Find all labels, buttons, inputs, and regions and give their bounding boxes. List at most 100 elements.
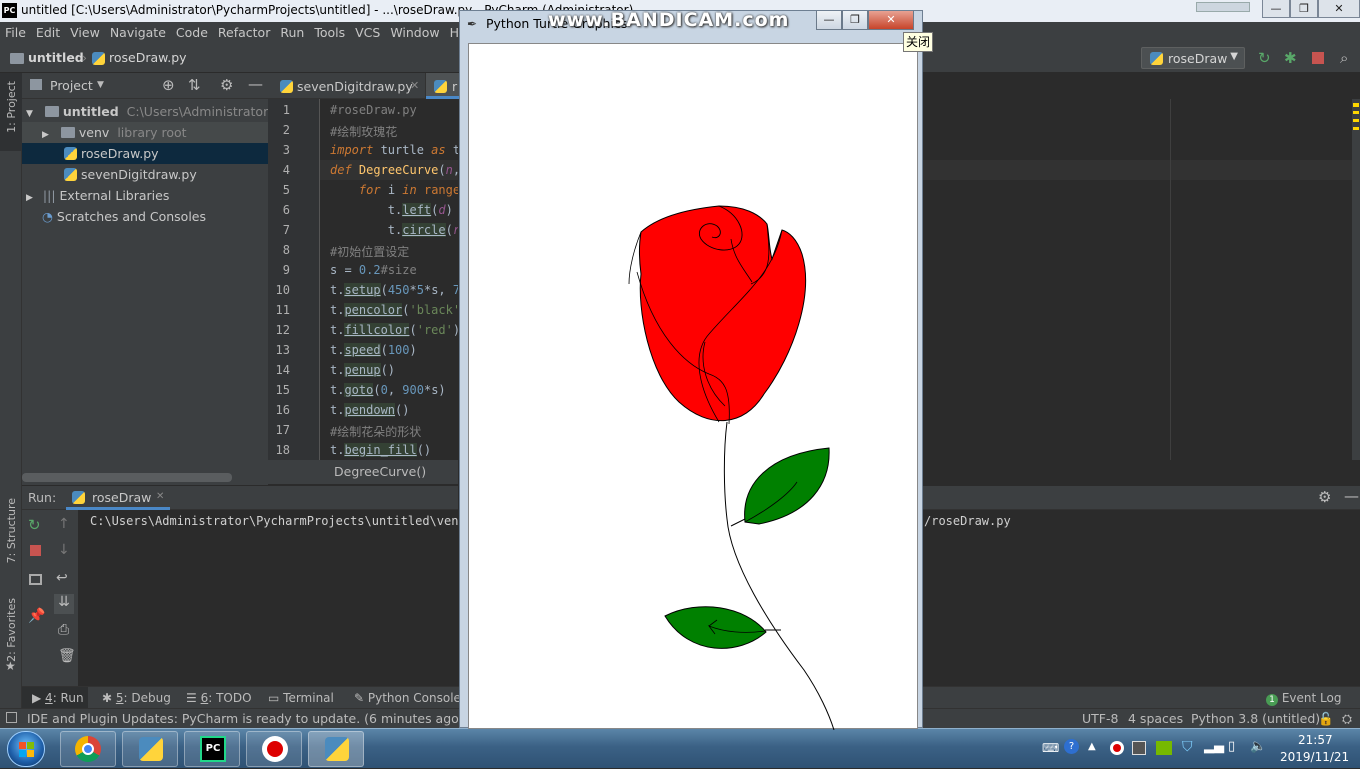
menu-edit[interactable]: Edit: [31, 22, 65, 40]
run-console[interactable]: C:\Users\Administrator\PycharmProjects\u…: [78, 510, 473, 686]
close-tab-icon[interactable]: ✕: [156, 491, 164, 502]
taskbar-python-idle[interactable]: [122, 731, 178, 767]
taskbar-turtle-window[interactable]: [308, 731, 364, 767]
menu-view[interactable]: View: [65, 22, 105, 40]
network-icon[interactable]: ▂▄: [1204, 739, 1224, 754]
close-tab-icon[interactable]: ✕: [410, 79, 419, 92]
turtle-maximize-button[interactable]: ❐: [842, 11, 868, 30]
pin-icon[interactable]: 📌: [28, 608, 45, 624]
rerun-icon[interactable]: ↻: [28, 516, 41, 534]
stripe-project-label[interactable]: 1: Project: [5, 81, 18, 133]
battery-icon[interactable]: ▯: [1228, 739, 1235, 754]
hide-panel-icon[interactable]: —: [1344, 487, 1359, 505]
shield-icon[interactable]: ⛉: [1182, 739, 1193, 755]
gear-icon[interactable]: ⚙: [220, 76, 233, 94]
tree-item-sevendigitdraw[interactable]: sevenDigitdraw.py: [22, 164, 268, 185]
turtle-graphics-window[interactable]: ✒ Python Turtle Graphics www.BANDICAM.co…: [459, 9, 923, 731]
debug-bug-icon[interactable]: ✱: [1284, 49, 1297, 67]
maximize-button[interactable]: ❐: [1290, 0, 1318, 18]
help-icon[interactable]: ?: [1064, 739, 1079, 754]
status-message[interactable]: IDE and Plugin Updates: PyCharm is ready…: [27, 711, 464, 726]
menu-window[interactable]: Window: [385, 22, 444, 40]
hide-panel-icon[interactable]: —: [248, 75, 263, 93]
error-stripe[interactable]: [1352, 99, 1360, 460]
tool-tab-todo[interactable]: ☰ 6: TODO: [186, 691, 252, 705]
collapse-all-icon[interactable]: ⇅: [188, 76, 201, 94]
breadcrumb-project[interactable]: untitled: [28, 50, 84, 65]
start-button[interactable]: [7, 731, 45, 767]
stop-icon[interactable]: [30, 545, 41, 556]
taskbar-bandicam[interactable]: [246, 731, 302, 767]
code-line-6: t.left(d): [330, 203, 453, 217]
print-icon[interactable]: ⎙: [58, 622, 69, 638]
collapsed-arrow-icon[interactable]: ▶: [26, 193, 33, 203]
stripe-favorites-label[interactable]: 2: Favorites: [5, 598, 18, 662]
turtle-canvas[interactable]: [468, 43, 918, 731]
menu-file[interactable]: File: [0, 22, 31, 40]
tree-item-untitled[interactable]: ▼ untitled C:\Users\Administrator\Pyc: [22, 101, 294, 122]
tool-tab-python-console[interactable]: ✎ Python Console: [354, 691, 461, 705]
tray-arrows-icon[interactable]: ▲: [1088, 741, 1096, 752]
search-everywhere-icon[interactable]: ⌕: [1340, 49, 1348, 67]
menu-vcs[interactable]: VCS: [350, 22, 385, 40]
code-editor-right[interactable]: [922, 99, 1360, 460]
trash-icon[interactable]: 🗑: [58, 648, 76, 664]
chevron-down-icon[interactable]: ▼: [97, 80, 104, 90]
minimize-button[interactable]: —: [1262, 0, 1290, 18]
clock-date[interactable]: 2019/11/21: [1280, 750, 1349, 764]
rerun-icon[interactable]: ↻: [1258, 49, 1271, 67]
bandicam-tray-icon[interactable]: [1110, 741, 1124, 755]
run-console-right[interactable]: /roseDraw.py: [922, 510, 1360, 686]
keyboard-icon[interactable]: ⌨: [1042, 741, 1059, 755]
menu-code[interactable]: Code: [171, 22, 213, 40]
code-editor[interactable]: #roseDraw.py #绘制玫瑰花 import turtle as t d…: [320, 99, 458, 460]
stripe-structure-label[interactable]: 7: Structure: [5, 498, 18, 563]
indent-setting[interactable]: 4 spaces: [1128, 711, 1183, 726]
nvidia-icon[interactable]: [1156, 741, 1172, 755]
run-configuration-select[interactable]: roseDraw ▼: [1141, 47, 1245, 69]
collapsed-arrow-icon[interactable]: ▶: [42, 130, 49, 140]
function-breadcrumb[interactable]: DegreeCurve(): [334, 464, 426, 479]
horizontal-scrollbar[interactable]: [22, 473, 232, 482]
menu-run[interactable]: Run: [275, 22, 309, 40]
code-line-15: t.goto(0, 900*s): [330, 383, 446, 397]
up-arrow-icon[interactable]: ↑: [58, 516, 70, 532]
device-icon[interactable]: [1132, 741, 1146, 755]
taskbar-chrome[interactable]: [60, 731, 116, 767]
down-arrow-icon[interactable]: ↓: [58, 542, 70, 558]
expand-arrow-icon[interactable]: ▼: [26, 109, 33, 119]
soft-wrap-icon[interactable]: ↩: [56, 570, 68, 586]
menu-navigate[interactable]: Navigate: [105, 22, 171, 40]
console-command-line: C:\Users\Administrator\PycharmProjects\u…: [90, 514, 473, 528]
stop-icon[interactable]: [1312, 52, 1324, 64]
taskbar-pycharm[interactable]: PC: [184, 731, 240, 767]
tree-item-rosedraw[interactable]: roseDraw.py: [22, 143, 268, 164]
status-toggle-icon[interactable]: [6, 712, 17, 723]
tree-item-scratches[interactable]: ◔ Scratches and Consoles: [22, 206, 268, 227]
tool-tab-terminal[interactable]: ▭ Terminal: [268, 691, 334, 705]
python-interpreter[interactable]: Python 3.8 (untitled): [1191, 711, 1320, 726]
volume-icon[interactable]: 🔈: [1250, 739, 1266, 754]
project-view-selector[interactable]: Project: [50, 78, 93, 93]
tree-item-external-libraries[interactable]: ▶ ||| External Libraries: [22, 185, 268, 206]
tool-tab-debug[interactable]: ✱ 5: Debug: [102, 691, 171, 705]
menu-tools[interactable]: Tools: [309, 22, 350, 40]
turtle-close-button[interactable]: ✕: [868, 11, 914, 30]
tool-tab-event-log[interactable]: 1 Event Log: [1266, 691, 1341, 706]
clock-time[interactable]: 21:57: [1298, 733, 1333, 747]
tab-sevendigitdraw[interactable]: sevenDigitdraw.py ✕: [268, 73, 426, 99]
turtle-minimize-button[interactable]: —: [816, 11, 842, 30]
tree-item-venv[interactable]: ▶ venv library root: [22, 122, 268, 143]
breadcrumb-file[interactable]: roseDraw.py: [109, 50, 187, 65]
notifications-icon[interactable]: ⛭: [1342, 711, 1352, 727]
layout-icon[interactable]: [29, 574, 42, 585]
menu-refactor[interactable]: Refactor: [213, 22, 275, 40]
scroll-to-end-icon[interactable]: ⇊: [54, 594, 74, 614]
lock-icon[interactable]: 🔓: [1318, 711, 1334, 727]
run-tab-rosedraw[interactable]: roseDraw ✕: [66, 486, 170, 510]
gear-icon[interactable]: ⚙: [1318, 488, 1331, 506]
tool-tab-run[interactable]: ▶ 4: Run: [32, 691, 84, 705]
locate-target-icon[interactable]: ⊕: [162, 76, 175, 94]
file-encoding[interactable]: UTF-8: [1082, 711, 1118, 726]
close-window-button[interactable]: ✕: [1318, 0, 1360, 18]
